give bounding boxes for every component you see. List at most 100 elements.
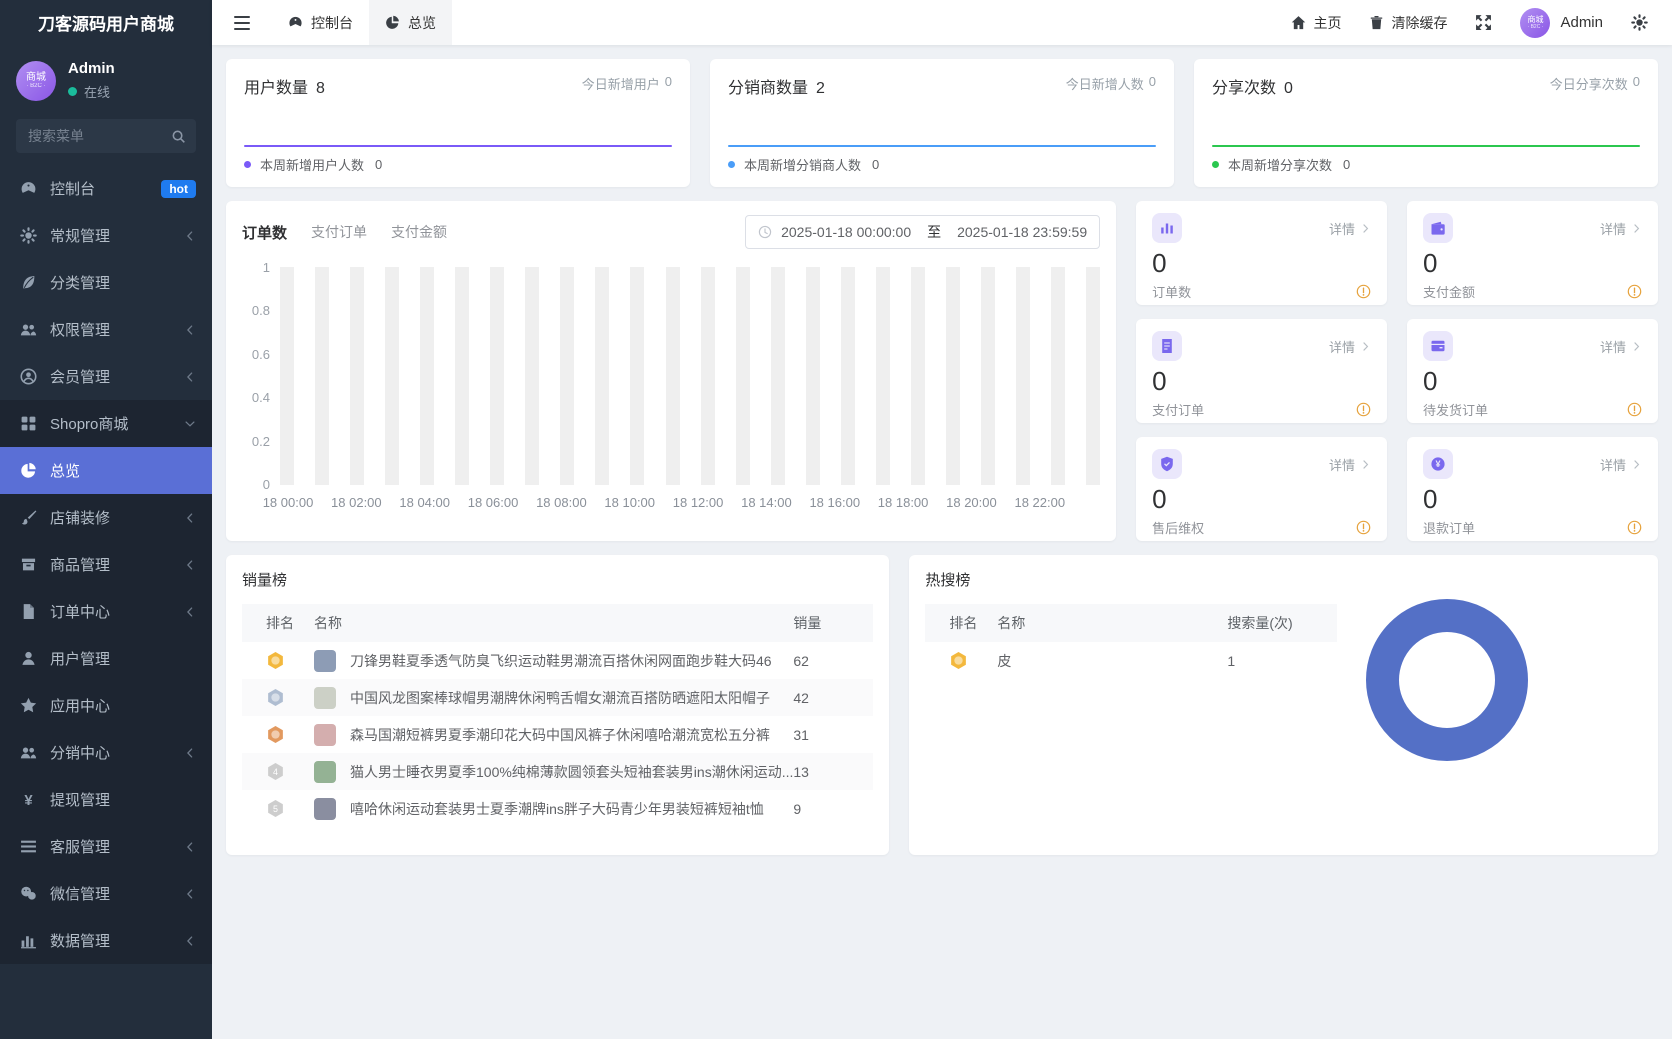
menu-item-label: 数据管理 xyxy=(50,933,111,950)
product-name: 中国风龙图案棒球帽男潮牌休闲鸭舌帽女潮流百搭防晒遮阳太阳帽子 xyxy=(350,689,770,706)
user-info: Admin 在线 xyxy=(68,60,115,101)
chart-bar xyxy=(1015,267,1030,485)
user-icon xyxy=(20,650,37,667)
sidebar-menu-item[interactable]: 常规管理 xyxy=(0,212,212,259)
sidebar-user-panel[interactable]: 商城 · B2C · Admin 在线 xyxy=(0,50,212,115)
settings-gear-icon[interactable] xyxy=(1631,14,1648,31)
file-icon xyxy=(20,603,37,620)
sidebar-submenu-item[interactable]: 总览 xyxy=(0,447,212,494)
summary-card-label: 支付金额 xyxy=(1423,285,1476,301)
menu-item-label: Shopro商城 xyxy=(50,416,129,433)
stat-card-footer: 本周新增用户人数 0 xyxy=(244,155,382,174)
menu-item-label: 店铺装修 xyxy=(50,510,111,527)
stat-card-subtitle: 今日分享次数 0 xyxy=(1549,74,1640,92)
chart-bar xyxy=(350,267,365,485)
stat-card-title: 分销商数量 2 xyxy=(728,80,825,97)
date-end-input[interactable]: 2025-01-18 23:59:59 xyxy=(957,224,1087,240)
sidebar-submenu-item[interactable]: 分销中心 xyxy=(0,729,212,776)
chevron-right-icon xyxy=(1360,459,1371,470)
topbar-user[interactable]: 商城 · B2C · Admin xyxy=(1520,7,1603,38)
x-axis-tick: 18 10:00 xyxy=(604,495,656,510)
x-axis-tick: 18 18:00 xyxy=(877,495,929,510)
summary-card-label: 售后维权 xyxy=(1152,521,1205,537)
chart-tab[interactable]: 支付订单 xyxy=(311,222,367,242)
sidebar-submenu-item[interactable]: 客服管理 xyxy=(0,823,212,870)
summary-card-label: 支付订单 xyxy=(1152,403,1205,419)
stat-card-trend-line xyxy=(1212,145,1640,147)
chart-bar xyxy=(770,267,785,485)
fullscreen-icon[interactable] xyxy=(1475,14,1492,31)
sidebar-menu-item[interactable]: 分类管理 xyxy=(0,259,212,306)
menu-item-label: 订单中心 xyxy=(50,604,111,621)
topbar-tabs: 控制台 总览 xyxy=(272,0,452,45)
sidebar-submenu-item[interactable]: 订单中心 xyxy=(0,588,212,635)
summary-cards-grid: 详情 0 订单数 详情 0 支付金额 详情 0 支付订单 详情 0 待发货订单 … xyxy=(1136,201,1658,541)
user-status: 在线 xyxy=(68,82,115,101)
menu-item-label: 分类管理 xyxy=(50,275,111,292)
summary-card: 详情 0 支付订单 xyxy=(1136,319,1388,423)
x-axis-labels: 18 00:00 18 02:00 18 04:00 18 06:00 18 08:00… xyxy=(263,495,1100,511)
topbar-tab[interactable]: 总览 xyxy=(369,0,452,45)
home-link[interactable]: 主页 xyxy=(1291,13,1341,33)
leaf-icon xyxy=(20,274,37,291)
users-icon xyxy=(20,744,37,761)
chart-bar xyxy=(980,267,995,485)
chevron-down-icon xyxy=(184,418,196,430)
stat-card-value: 8 xyxy=(316,80,325,97)
product-thumbnail xyxy=(314,797,336,820)
detail-link[interactable]: 详情 xyxy=(1329,219,1371,238)
chart-tab[interactable]: 订单数 xyxy=(242,222,287,243)
detail-link[interactable]: 详情 xyxy=(1600,337,1642,356)
sidebar-submenu-item[interactable]: 用户管理 xyxy=(0,635,212,682)
sidebar-submenu-item[interactable]: 微信管理 xyxy=(0,870,212,917)
chart-bar xyxy=(1086,267,1101,485)
hamburger-menu-icon[interactable] xyxy=(212,15,272,31)
detail-link[interactable]: 详情 xyxy=(1329,337,1371,356)
wallet-icon xyxy=(1423,213,1454,243)
detail-link[interactable]: 详情 xyxy=(1600,455,1642,474)
sidebar-submenu-item[interactable]: 店铺装修 xyxy=(0,494,212,541)
date-start-input[interactable]: 2025-01-18 00:00:00 xyxy=(781,224,911,240)
sales-count: 42 xyxy=(793,689,809,706)
chevron-left-icon xyxy=(184,841,196,853)
star-icon xyxy=(20,697,37,714)
date-range-picker[interactable]: 2025-01-18 00:00:00 至 2025-01-18 23:59:5… xyxy=(745,215,1101,249)
svg-text:¥: ¥ xyxy=(24,793,33,808)
bottom-row: 销量榜 排名 名称 销量 刀锋男鞋夏季透气防臭飞织运动鞋男潮流百搭休闲网面跑步鞋… xyxy=(226,555,1658,855)
detail-link[interactable]: 详情 xyxy=(1600,219,1642,238)
sidebar-menu-item[interactable]: Shopro商城 xyxy=(0,400,212,447)
menu-item-label: 提现管理 xyxy=(50,792,111,809)
product-thumbnail xyxy=(314,649,336,672)
sales-rank-card: 销量榜 排名 名称 销量 刀锋男鞋夏季透气防臭飞织运动鞋男潮流百搭休闲网面跑步鞋… xyxy=(226,555,890,855)
detail-link[interactable]: 详情 xyxy=(1329,455,1371,474)
hot-badge: hot xyxy=(161,179,196,198)
sidebar-submenu-item[interactable]: 应用中心 xyxy=(0,682,212,729)
search-input[interactable] xyxy=(16,119,196,153)
chart-bar xyxy=(560,267,575,485)
summary-card: 详情 0 待发货订单 xyxy=(1407,319,1658,423)
sidebar-menu-item[interactable]: 会员管理 xyxy=(0,353,212,400)
sidebar-submenu-item[interactable]: 商品管理 xyxy=(0,541,212,588)
topbar-tab[interactable]: 控制台 xyxy=(272,0,369,45)
sidebar-submenu-item[interactable]: ¥ 提现管理 xyxy=(0,776,212,823)
clear-cache-link[interactable]: 清除缓存 xyxy=(1369,13,1447,33)
sidebar-menu-item[interactable]: 权限管理 xyxy=(0,306,212,353)
wechat-icon xyxy=(20,885,37,902)
sidebar-menu-item[interactable]: 控制台 hot xyxy=(0,165,212,212)
stat-card-subtitle: 今日新增人数 0 xyxy=(1065,74,1156,92)
chart-tab[interactable]: 支付金额 xyxy=(391,222,447,242)
chart-bar xyxy=(875,267,890,485)
svg-text:4: 4 xyxy=(273,767,278,777)
stat-card-subtitle: 今日新增用户 0 xyxy=(581,74,672,92)
sales-count: 62 xyxy=(793,652,809,669)
sidebar: 刀客源码用户商城 商城 · B2C · Admin 在线 搜索菜单 控制台 ho… xyxy=(0,0,212,1039)
rank-medal-icon xyxy=(266,688,285,707)
home-icon xyxy=(1291,15,1306,30)
rank-medal-icon: 4 xyxy=(266,762,285,781)
sidebar-submenu-item[interactable]: 数据管理 xyxy=(0,917,212,964)
gauge-icon xyxy=(288,15,303,30)
user-circle-icon xyxy=(20,368,37,385)
package-icon xyxy=(1423,331,1454,361)
pie-icon xyxy=(385,15,400,30)
chart-bar xyxy=(665,267,680,485)
